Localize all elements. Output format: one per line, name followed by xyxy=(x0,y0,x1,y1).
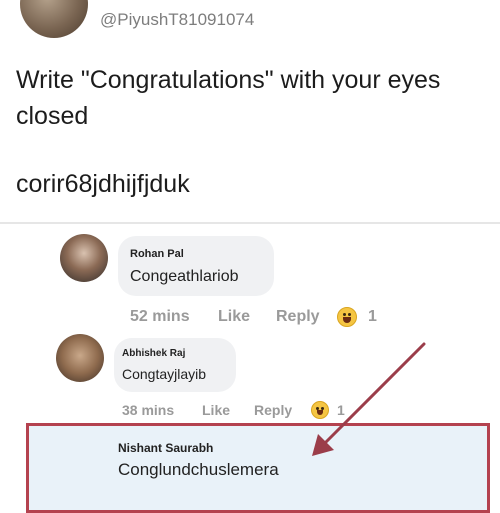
reply-button[interactable]: Reply xyxy=(276,308,320,326)
laughing-emoji-icon[interactable] xyxy=(337,307,357,327)
post-reply-text: corir68jdhijfjduk xyxy=(16,170,190,198)
comment-text: Congeathlariob xyxy=(130,268,239,285)
comment-text: Conglundchuslemera xyxy=(118,460,279,479)
poster-handle[interactable]: @PiyushT81091074 xyxy=(100,10,254,30)
like-button[interactable]: Like xyxy=(202,402,230,418)
commenter-name[interactable]: Nishant Saurabh xyxy=(118,441,213,455)
comment-bubble: Rohan Pal Congeathlariob xyxy=(118,236,274,296)
avatar[interactable] xyxy=(60,234,108,282)
like-button[interactable]: Like xyxy=(218,308,250,326)
comment-time: 38 mins xyxy=(122,402,175,418)
reply-button[interactable]: Reply xyxy=(254,402,292,418)
reaction-count: 1 xyxy=(337,402,345,418)
post-text: Write "Congratulations" with your eyes c… xyxy=(16,66,441,130)
comment-text: Congtayjlayib xyxy=(122,366,207,382)
laughing-emoji-icon[interactable] xyxy=(311,401,329,419)
divider xyxy=(0,222,500,224)
comment-time: 52 mins xyxy=(130,308,190,325)
reaction-count: 1 xyxy=(368,308,377,325)
poster-avatar[interactable] xyxy=(20,0,88,38)
commenter-name[interactable]: Abhishek Raj xyxy=(122,348,185,359)
comment-bubble: Abhishek Raj Congtayjlayib xyxy=(114,338,236,392)
avatar[interactable] xyxy=(56,334,104,382)
commenter-name[interactable]: Rohan Pal xyxy=(130,248,184,260)
